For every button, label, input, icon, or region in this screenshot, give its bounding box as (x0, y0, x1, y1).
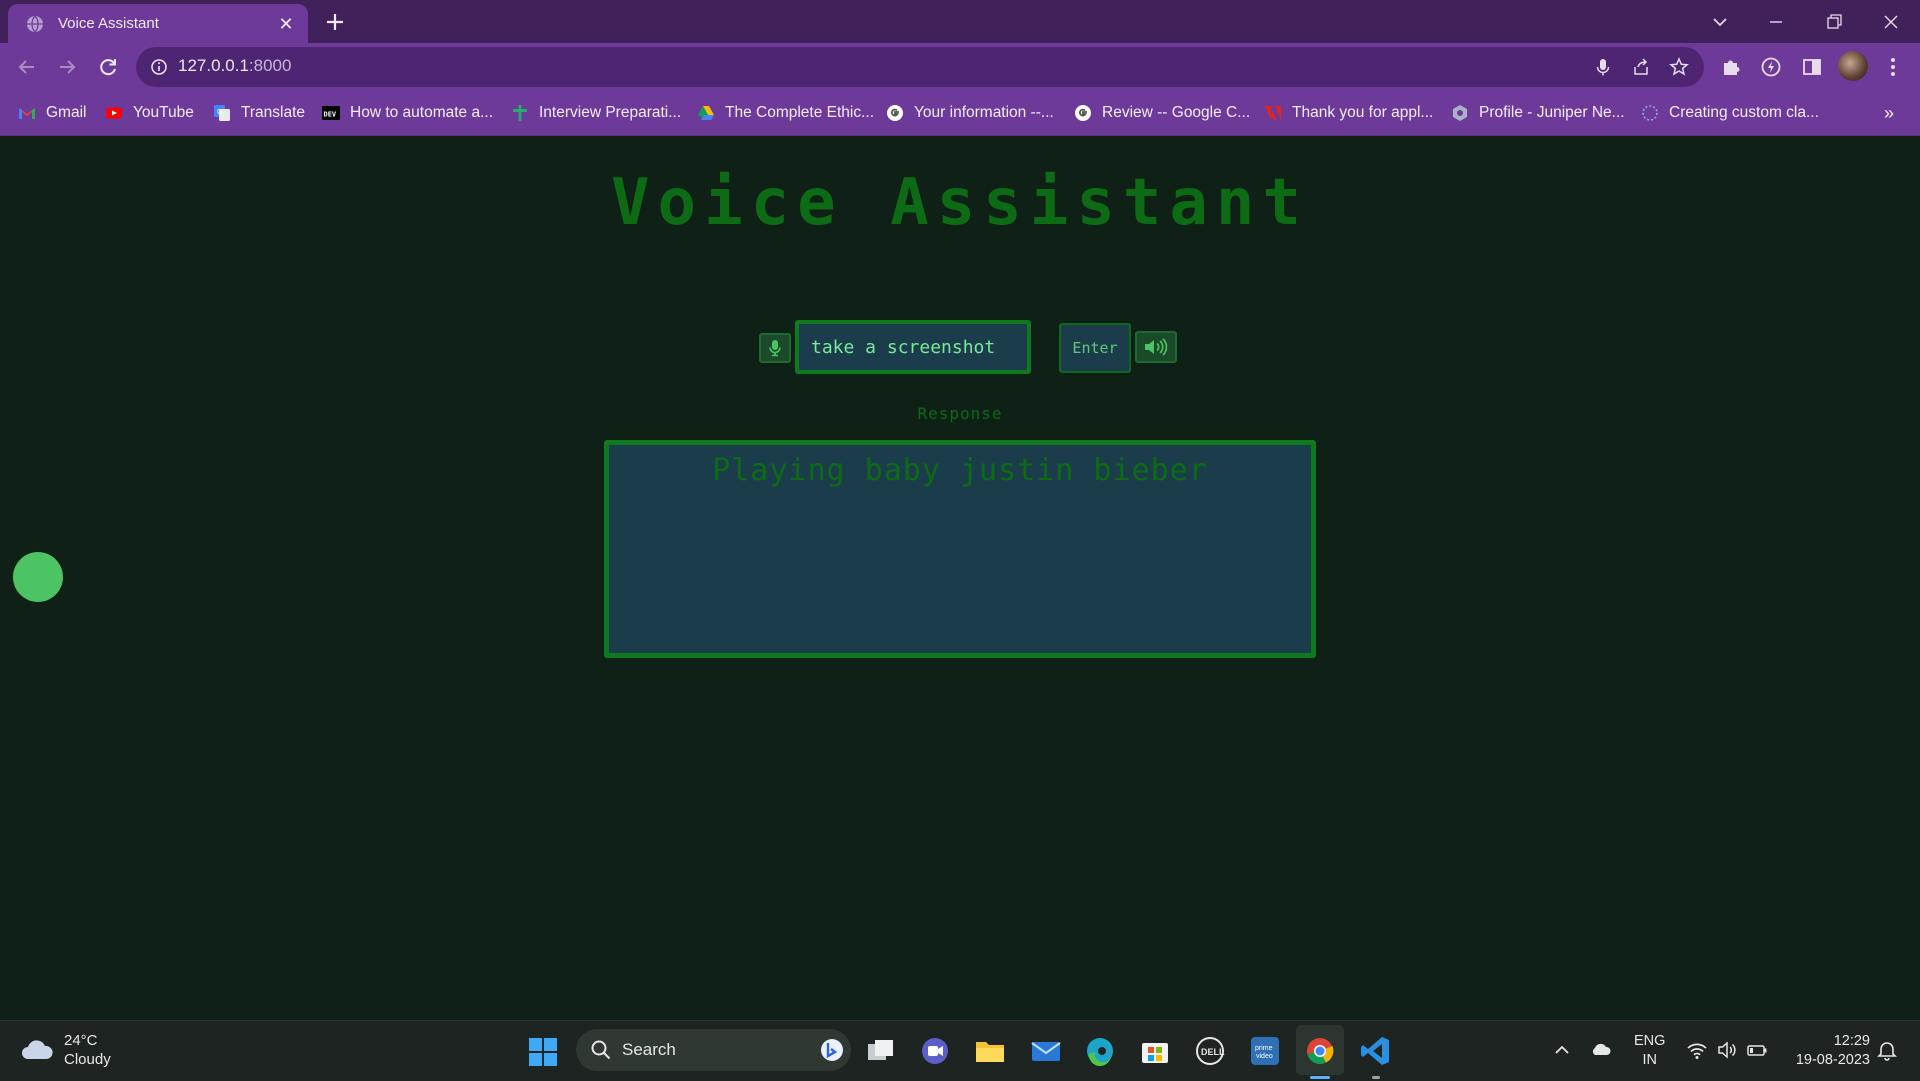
bookmark-creating-custom[interactable]: Creating custom cla... (1641, 102, 1819, 124)
response-panel: Playing baby justin bieber (604, 440, 1316, 658)
reload-icon[interactable] (95, 54, 121, 80)
response-label: Response (917, 404, 1003, 423)
enter-button[interactable]: Enter (1059, 323, 1131, 373)
bookmarks-bar: Gmail YouTube G Translate DEV How to aut… (0, 91, 1920, 136)
speak-response-button[interactable] (1135, 331, 1177, 363)
menu-dots-icon[interactable] (1880, 54, 1906, 80)
teams-chat-icon[interactable] (918, 1034, 952, 1068)
microsoft-store-icon[interactable] (1138, 1034, 1172, 1068)
battery-icon[interactable] (1746, 1039, 1768, 1061)
weather-widget[interactable]: 24°C Cloudy (20, 1031, 111, 1069)
tab-title: Voice Assistant (58, 15, 159, 32)
bookmarks-overflow[interactable]: » (1884, 102, 1894, 124)
close-window-icon[interactable] (1877, 8, 1905, 36)
microphone-icon (769, 340, 781, 357)
site-info-icon[interactable] (150, 58, 168, 76)
profile-avatar[interactable] (1838, 51, 1868, 81)
extensions-icon[interactable] (1718, 54, 1744, 80)
browser-tab[interactable]: Voice Assistant ✕ (8, 4, 308, 43)
temperature-text: 24°C (64, 1032, 98, 1049)
browser-toolbar: 127.0.0.1:8000 (0, 43, 1920, 91)
bookmark-juniper[interactable]: Profile - Juniper Ne... (1451, 102, 1625, 124)
edge-icon[interactable] (1083, 1034, 1117, 1068)
cloud-icon (22, 1040, 53, 1059)
tab-search-icon[interactable] (1706, 8, 1734, 36)
vscode-icon[interactable] (1358, 1034, 1392, 1068)
language-indicator[interactable]: ENG IN (1634, 1032, 1665, 1070)
bookmark-review[interactable]: Review -- Google C... (1074, 102, 1250, 124)
loading-icon (1642, 105, 1658, 121)
new-tab-icon[interactable] (322, 9, 348, 35)
chevron-up-icon[interactable] (1551, 1039, 1573, 1061)
performance-icon[interactable] (1758, 54, 1784, 80)
gmail-icon (19, 108, 35, 119)
bookmark-interview[interactable]: Interview Preparati... (511, 102, 681, 124)
taskbar-search[interactable]: Search (576, 1029, 851, 1071)
chrome-icon[interactable] (1303, 1034, 1337, 1068)
juniper-icon (1453, 105, 1467, 121)
search-label: Search (622, 1040, 676, 1059)
chrome-running-indicator (1310, 1076, 1330, 1079)
vscode-running-indicator (1372, 1076, 1380, 1079)
file-explorer-icon[interactable] (973, 1034, 1007, 1068)
bookmark-youtube[interactable]: YouTube (105, 102, 194, 124)
close-tab-icon[interactable]: ✕ (276, 14, 296, 34)
microphone-icon[interactable] (1592, 56, 1614, 78)
side-panel-icon[interactable] (1799, 54, 1825, 80)
adobe-icon (1265, 106, 1281, 120)
bookmark-ethical[interactable]: The Complete Ethic... (697, 102, 874, 124)
response-text: Playing baby justin bieber (712, 453, 1208, 488)
minimize-icon[interactable] (1762, 8, 1790, 36)
forward-icon[interactable] (54, 54, 80, 80)
mail-icon[interactable] (1029, 1034, 1063, 1068)
status-indicator-dot (13, 552, 63, 602)
onedrive-icon[interactable] (1590, 1039, 1612, 1061)
restore-icon[interactable] (1820, 8, 1848, 36)
url-text[interactable]: 127.0.0.1:8000 (178, 56, 291, 76)
bookmark-thank-you[interactable]: Thank you for appl... (1264, 102, 1433, 124)
volume-icon[interactable] (1716, 1039, 1738, 1061)
svg-text:video: video (1256, 1053, 1273, 1060)
page-content: Voice Assistant Enter Response Playing b… (0, 136, 1920, 1020)
bookmark-dev[interactable]: DEV How to automate a... (322, 102, 493, 124)
tab-strip: Voice Assistant ✕ (0, 0, 1920, 43)
command-input[interactable] (795, 320, 1031, 374)
bookmark-your-information[interactable]: Your information --... (886, 102, 1054, 124)
weather-text: Cloudy (64, 1051, 111, 1068)
share-icon[interactable] (1630, 56, 1652, 78)
windows-taskbar: 24°C Cloudy Search DELL prime video ENG … (0, 1020, 1920, 1081)
notification-bell-icon[interactable] (1876, 1039, 1898, 1061)
plus-cross-icon (513, 105, 527, 121)
windows-start-icon[interactable] (528, 1037, 558, 1067)
page-title: Voice Assistant (611, 166, 1309, 240)
bookmark-gmail[interactable]: Gmail (18, 102, 86, 124)
svg-text:DEV: DEV (324, 111, 337, 119)
google-icon (1075, 105, 1091, 121)
search-icon (591, 1040, 611, 1060)
bookmark-translate[interactable]: G Translate (213, 102, 305, 124)
youtube-icon (106, 107, 122, 119)
svg-text:G: G (217, 109, 222, 116)
globe-icon (27, 15, 43, 32)
wifi-icon[interactable] (1686, 1039, 1708, 1061)
dev-icon: DEV (322, 106, 340, 120)
clock[interactable]: 12:29 19-08-2023 (1786, 1032, 1870, 1070)
back-icon[interactable] (14, 54, 40, 80)
speaker-volume-icon (1145, 338, 1168, 356)
address-bar[interactable]: 127.0.0.1:8000 (136, 47, 1704, 87)
svg-text:prime: prime (1255, 1045, 1273, 1052)
bing-icon[interactable] (819, 1037, 845, 1063)
prime-video-icon[interactable]: prime video (1248, 1034, 1282, 1068)
dell-icon[interactable]: DELL (1193, 1034, 1227, 1068)
google-icon (887, 105, 903, 121)
voice-input-button[interactable] (759, 333, 791, 363)
svg-text:DELL: DELL (1201, 1047, 1225, 1057)
translate-icon: G (214, 105, 230, 121)
drive-icon (698, 106, 714, 120)
task-view-icon[interactable] (864, 1034, 898, 1068)
bookmark-star-icon[interactable] (1668, 56, 1690, 78)
